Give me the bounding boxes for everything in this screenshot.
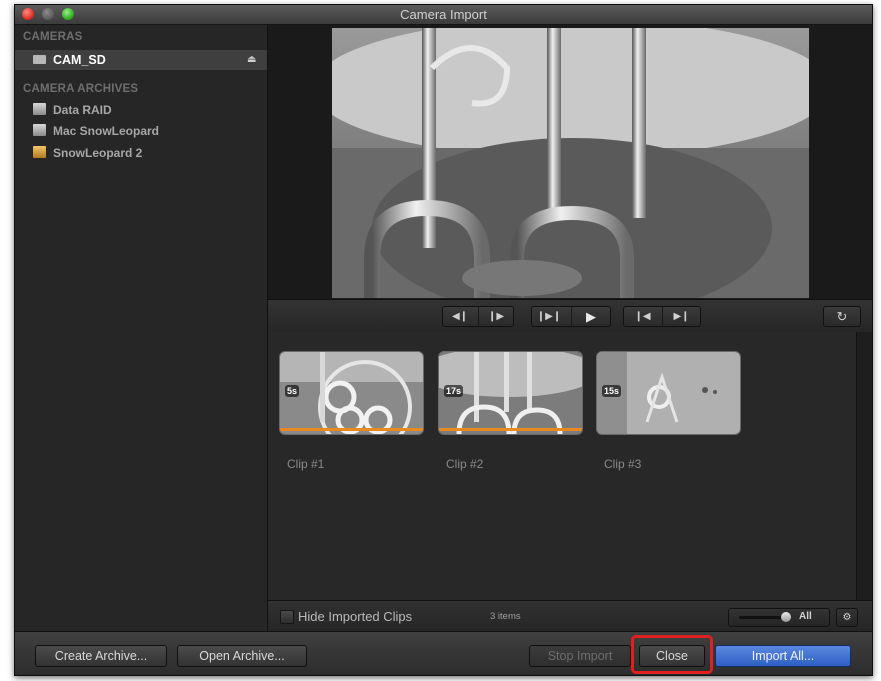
hide-imported-checkbox[interactable] bbox=[280, 610, 294, 624]
open-archive-button[interactable]: Open Archive... bbox=[177, 645, 307, 667]
imported-progress-bar bbox=[439, 428, 582, 431]
sidebar-item-label: Mac SnowLeopard bbox=[53, 124, 160, 138]
zoom-slider-track[interactable] bbox=[739, 616, 787, 619]
browser-scrollbar[interactable] bbox=[856, 332, 872, 600]
clip-thumbnail[interactable] bbox=[279, 351, 424, 435]
skip-group: ❙◀ ▶❙ bbox=[623, 306, 701, 327]
zoom-all-label[interactable]: All bbox=[799, 611, 812, 622]
import-all-button[interactable]: Import All... bbox=[715, 645, 851, 667]
hide-imported-label[interactable]: Hide Imported Clips bbox=[298, 609, 412, 624]
clip-item[interactable]: 5s Clip #1 bbox=[279, 351, 424, 471]
clip-item[interactable]: 15s Clip #3 bbox=[596, 351, 741, 471]
item-count: 3 items bbox=[490, 611, 521, 622]
drive-icon bbox=[33, 124, 46, 136]
sidebar-item-data-raid[interactable]: Data RAID bbox=[15, 100, 267, 120]
drive-icon bbox=[33, 103, 46, 115]
clip-item[interactable]: 17s Clip #2 bbox=[438, 351, 583, 471]
close-button-highlight bbox=[631, 635, 713, 674]
clip-duration: 17s bbox=[444, 385, 464, 397]
loop-group: ↻ bbox=[823, 306, 861, 327]
clip-name: Clip #1 bbox=[287, 457, 325, 471]
go-to-end-button[interactable]: ▶❙ bbox=[662, 307, 700, 326]
transport-bar: ◀❙ ❙▶ ❙▶❙ ▶ ❙◀ ▶❙ ↻ bbox=[268, 299, 872, 333]
sidebar-item-label: SnowLeopard 2 bbox=[53, 146, 143, 160]
sidebar-item-label: Data RAID bbox=[53, 103, 112, 117]
preview-viewer[interactable] bbox=[268, 25, 872, 299]
sidebar: CAMERAS CAM_SD ⏏ CAMERA ARCHIVES Data RA… bbox=[15, 25, 268, 631]
sidebar-item-cam-sd[interactable]: CAM_SD ⏏ bbox=[15, 50, 267, 70]
window-title: Camera Import bbox=[400, 7, 487, 22]
clip-duration: 15s bbox=[602, 385, 622, 397]
cameras-header: CAMERAS bbox=[23, 31, 83, 43]
loop-icon[interactable]: ↻ bbox=[824, 307, 860, 326]
clip-name: Clip #3 bbox=[604, 457, 642, 471]
clip-duration: 5s bbox=[285, 385, 300, 397]
play-button[interactable]: ▶ bbox=[571, 307, 610, 326]
playback-group: ❙▶❙ ▶ bbox=[531, 306, 611, 327]
zoom-slider-knob[interactable] bbox=[781, 612, 791, 622]
frame-step-group: ◀❙ ❙▶ bbox=[442, 306, 514, 327]
stop-import-button[interactable]: Stop Import bbox=[529, 645, 631, 667]
camera-card-icon bbox=[33, 55, 46, 64]
camera-import-window: Camera Import CAMERAS CAM_SD ⏏ CAMERA AR… bbox=[14, 4, 873, 676]
zoom-slider-control: All bbox=[728, 608, 830, 627]
title-bar: Camera Import bbox=[15, 5, 872, 25]
clip-settings-icon[interactable]: ⚙ bbox=[836, 608, 858, 627]
clip-browser: 5s Clip #1 17s Clip #2 15s Clip #3 bbox=[268, 332, 856, 600]
bottom-action-bar: Create Archive... Open Archive... Stop I… bbox=[15, 631, 872, 675]
previous-frame-button[interactable]: ◀❙ bbox=[443, 307, 477, 326]
browser-footer: Hide Imported Clips 3 items All ⚙ bbox=[268, 600, 872, 631]
sidebar-item-snowleopard-2[interactable]: SnowLeopard 2 bbox=[15, 143, 267, 163]
next-frame-button[interactable]: ❙▶ bbox=[478, 307, 513, 326]
sidebar-item-mac-snowleopard[interactable]: Mac SnowLeopard bbox=[15, 121, 267, 141]
play-around-button[interactable]: ❙▶❙ bbox=[532, 307, 566, 326]
eject-icon[interactable]: ⏏ bbox=[247, 54, 256, 65]
user-folder-icon bbox=[33, 146, 46, 158]
create-archive-button[interactable]: Create Archive... bbox=[35, 645, 167, 667]
imported-progress-bar bbox=[280, 428, 423, 431]
camera-archives-header: CAMERA ARCHIVES bbox=[23, 83, 139, 95]
clip-name: Clip #2 bbox=[446, 457, 484, 471]
preview-image bbox=[332, 28, 809, 298]
sidebar-item-label: CAM_SD bbox=[53, 53, 106, 67]
go-to-start-button[interactable]: ❙◀ bbox=[624, 307, 661, 326]
